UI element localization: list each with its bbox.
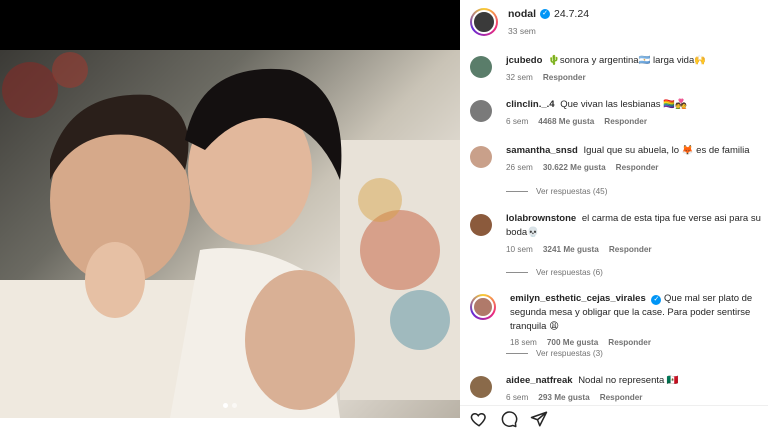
reply-button[interactable]: Responder bbox=[600, 393, 643, 402]
post-time: 33 sem bbox=[508, 25, 536, 36]
comment-likes[interactable]: 30.622 Me gusta bbox=[543, 163, 606, 172]
comment-text: Igual que su abuela, lo 🦊 es de familia bbox=[583, 145, 750, 156]
comment-likes[interactable]: 700 Me gusta bbox=[547, 338, 598, 347]
commenter-username[interactable]: lolabrownstone bbox=[506, 213, 576, 224]
comment-text: Que vivan las lesbianas 🏳️‍🌈💑 bbox=[560, 99, 687, 110]
reply-button[interactable]: Responder bbox=[609, 245, 652, 254]
comment-time[interactable]: 18 sem bbox=[510, 338, 537, 347]
post-media-panel bbox=[0, 0, 460, 432]
comment-likes[interactable]: 293 Me gusta bbox=[538, 393, 589, 402]
commenter-avatar[interactable] bbox=[470, 294, 496, 320]
share-icon[interactable] bbox=[530, 410, 548, 428]
commenter-username[interactable]: aidee_natfreak bbox=[506, 375, 573, 386]
view-replies-label[interactable]: Ver respuestas (45) bbox=[536, 187, 607, 196]
commenter-username[interactable]: jcubedo bbox=[506, 55, 542, 66]
post-photo[interactable] bbox=[0, 50, 460, 418]
reply-button[interactable]: Responder bbox=[608, 338, 651, 347]
reply-button[interactable]: Responder bbox=[543, 73, 586, 82]
media-letterbox bbox=[0, 0, 460, 50]
author-username[interactable]: nodal bbox=[508, 8, 536, 21]
comment-time[interactable]: 32 sem bbox=[506, 73, 533, 82]
verified-icon: ✓ bbox=[651, 295, 662, 305]
view-replies-button[interactable]: Ver respuestas (6) bbox=[506, 268, 603, 277]
commenter-username[interactable]: emilyn_esthetic_cejas_virales bbox=[510, 293, 646, 304]
comment-time[interactable]: 6 sem bbox=[506, 117, 528, 126]
author-avatar[interactable] bbox=[470, 8, 498, 36]
carousel-dot[interactable] bbox=[223, 403, 228, 408]
commenter-avatar[interactable] bbox=[470, 146, 492, 168]
post-caption: 24.7.24 bbox=[554, 8, 590, 20]
comment-time[interactable]: 10 sem bbox=[506, 245, 533, 254]
comment-item: clinclin._.4 Que vivan las lesbianas 🏳️‍… bbox=[470, 98, 762, 126]
commenter-username[interactable]: samantha_snsd bbox=[506, 145, 578, 156]
comment-likes[interactable]: 4468 Me gusta bbox=[538, 117, 594, 126]
carousel-dot[interactable] bbox=[232, 403, 237, 408]
view-replies-label[interactable]: Ver respuestas (6) bbox=[536, 268, 603, 277]
post-header: nodal ✓ 24.7.24 33 sem bbox=[470, 8, 758, 44]
heart-icon[interactable] bbox=[470, 410, 488, 428]
comment-icon[interactable] bbox=[500, 410, 518, 428]
reply-button[interactable]: Responder bbox=[616, 163, 659, 172]
replies-divider bbox=[506, 353, 528, 354]
commenter-avatar[interactable] bbox=[470, 376, 492, 398]
comment-likes[interactable]: 3241 Me gusta bbox=[543, 245, 599, 254]
verified-icon: ✓ bbox=[540, 9, 550, 20]
comment-text: Nodal no representa 🇲🇽 bbox=[578, 375, 679, 386]
comment-item: jcubedo 🌵sonora y argentina🇦🇷 larga vida… bbox=[470, 54, 762, 82]
replies-divider bbox=[506, 272, 528, 273]
comment-time[interactable]: 26 sem bbox=[506, 163, 533, 172]
post-sidebar: nodal ✓ 24.7.24 33 sem jcubedo 🌵sonora y… bbox=[460, 0, 768, 432]
comment-text: 🌵sonora y argentina🇦🇷 larga vida🙌 bbox=[548, 55, 707, 66]
comment-item: aidee_natfreak Nodal no representa 🇲🇽 6 … bbox=[470, 374, 762, 402]
comment-item: emilyn_esthetic_cejas_virales ✓ Que mal … bbox=[470, 292, 762, 347]
commenter-avatar[interactable] bbox=[470, 214, 492, 236]
replies-divider bbox=[506, 191, 528, 192]
post-actions-bar bbox=[460, 405, 768, 432]
commenter-username[interactable]: clinclin._.4 bbox=[506, 99, 555, 110]
view-replies-button[interactable]: Ver respuestas (45) bbox=[506, 187, 607, 196]
view-replies-button[interactable]: Ver respuestas (3) bbox=[506, 349, 603, 358]
commenter-avatar[interactable] bbox=[470, 56, 492, 78]
comment-time[interactable]: 6 sem bbox=[506, 393, 528, 402]
comment-item: samantha_snsd Igual que su abuela, lo 🦊 … bbox=[470, 144, 762, 172]
view-replies-label[interactable]: Ver respuestas (3) bbox=[536, 349, 603, 358]
commenter-avatar[interactable] bbox=[470, 100, 492, 122]
reply-button[interactable]: Responder bbox=[604, 117, 647, 126]
comment-item: lolabrownstone el carma de esta tipa fue… bbox=[470, 212, 762, 254]
photo-illustration bbox=[0, 52, 460, 418]
carousel-indicator bbox=[0, 403, 460, 408]
